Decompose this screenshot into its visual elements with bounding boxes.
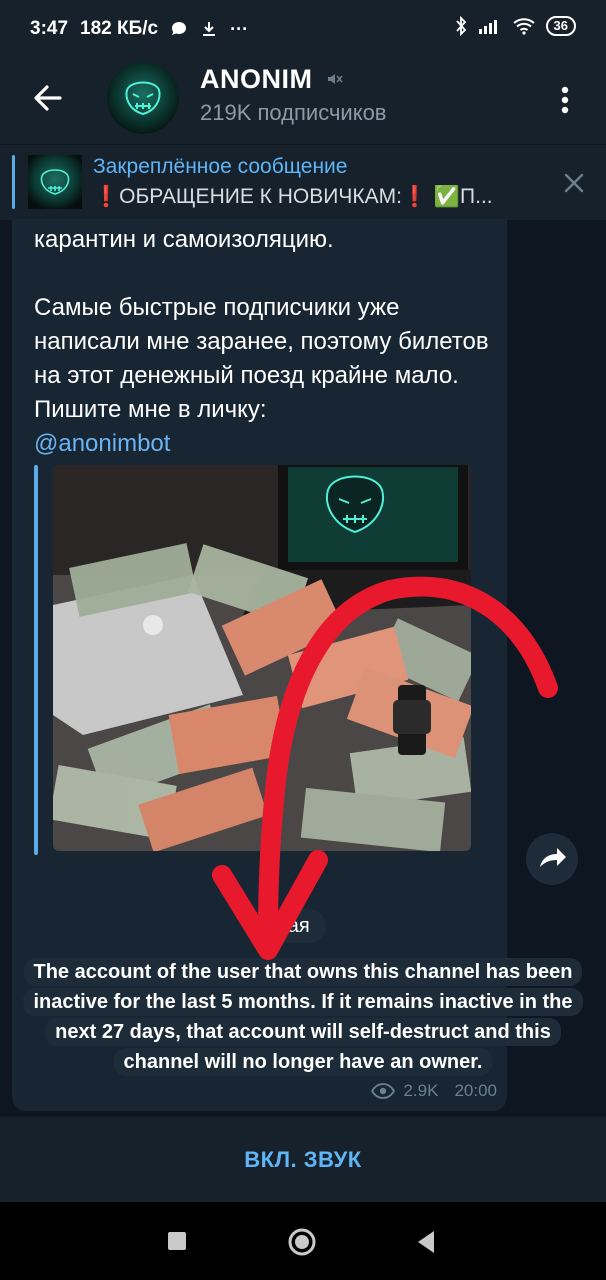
home-icon[interactable] — [287, 1227, 317, 1257]
recents-icon[interactable] — [168, 1232, 186, 1250]
unmute-button[interactable]: ВКЛ. ЗВУК — [238, 1146, 367, 1174]
money-photo[interactable] — [53, 465, 471, 851]
chat-header: ANONIM 219K подписчиков — [0, 58, 606, 144]
mask-icon — [125, 81, 161, 116]
status-bar: 3:47 182 КБ/с ··· 36 — [0, 0, 606, 58]
battery-indicator: 36 — [545, 16, 576, 36]
message-text: карантин и самоизоляцию. Самые быстрые п… — [34, 219, 494, 461]
bluetooth-icon — [455, 16, 466, 36]
money-laptop-image — [53, 465, 471, 851]
photo-quote-bar — [34, 465, 38, 855]
wifi-icon — [512, 18, 535, 35]
signal-icon — [478, 20, 497, 34]
pinned-preview-text: ❗ОБРАЩЕНИЕ К НОВИЧКАМ:❗ ✅П... — [93, 185, 493, 208]
bottom-action-bar: ВКЛ. ЗВУК — [0, 1117, 606, 1202]
pinned-thumbnail — [28, 155, 82, 209]
status-speed: 182 КБ/с — [80, 18, 159, 39]
service-message-container: The account of the user that owns this c… — [12, 957, 594, 1077]
chat-area[interactable]: карантин и самоизоляцию. Самые быстрые п… — [0, 219, 606, 1117]
message-line-top: карантин и самоизоляцию. — [34, 226, 334, 253]
nav-back-icon[interactable] — [414, 1229, 438, 1255]
date-label: мая — [274, 915, 310, 937]
status-time: 3:47 — [30, 18, 69, 39]
pinned-message-bar[interactable]: Закреплённое сообщение ❗ОБРАЩЕНИЕ К НОВИ… — [0, 144, 606, 220]
chat-bubble-icon — [172, 22, 187, 35]
system-navigation-bar — [0, 1202, 606, 1280]
service-message: The account of the user that owns this c… — [23, 958, 583, 1076]
more-notifications-icon: ··· — [230, 18, 249, 39]
share-button[interactable] — [526, 833, 578, 885]
subscriber-count: 219K подписчиков — [200, 100, 387, 125]
pinned-title: Закреплённое сообщение — [93, 155, 348, 178]
bot-link[interactable]: @anonimbot — [34, 430, 170, 457]
pinned-indicator-bar — [12, 155, 15, 209]
view-count: 2.9K — [403, 1081, 439, 1100]
message-time: 20:00 — [454, 1081, 497, 1100]
message-meta: 2.9K 20:00 — [371, 1081, 497, 1101]
message-paragraph: Самые быстрые подписчики уже написали мн… — [34, 294, 489, 423]
download-icon — [203, 22, 216, 36]
back-arrow-icon[interactable] — [28, 78, 68, 118]
muted-icon — [328, 74, 343, 84]
share-arrow-icon — [540, 848, 566, 867]
photo-attachment[interactable] — [34, 465, 482, 855]
date-separator: мая — [258, 909, 326, 943]
channel-avatar[interactable] — [107, 62, 179, 134]
channel-title[interactable]: ANONIM — [200, 64, 313, 95]
eye-icon — [371, 1083, 396, 1099]
message-clipped-line — [34, 219, 494, 223]
close-icon[interactable] — [560, 169, 588, 197]
more-vertical-icon[interactable] — [555, 80, 575, 120]
